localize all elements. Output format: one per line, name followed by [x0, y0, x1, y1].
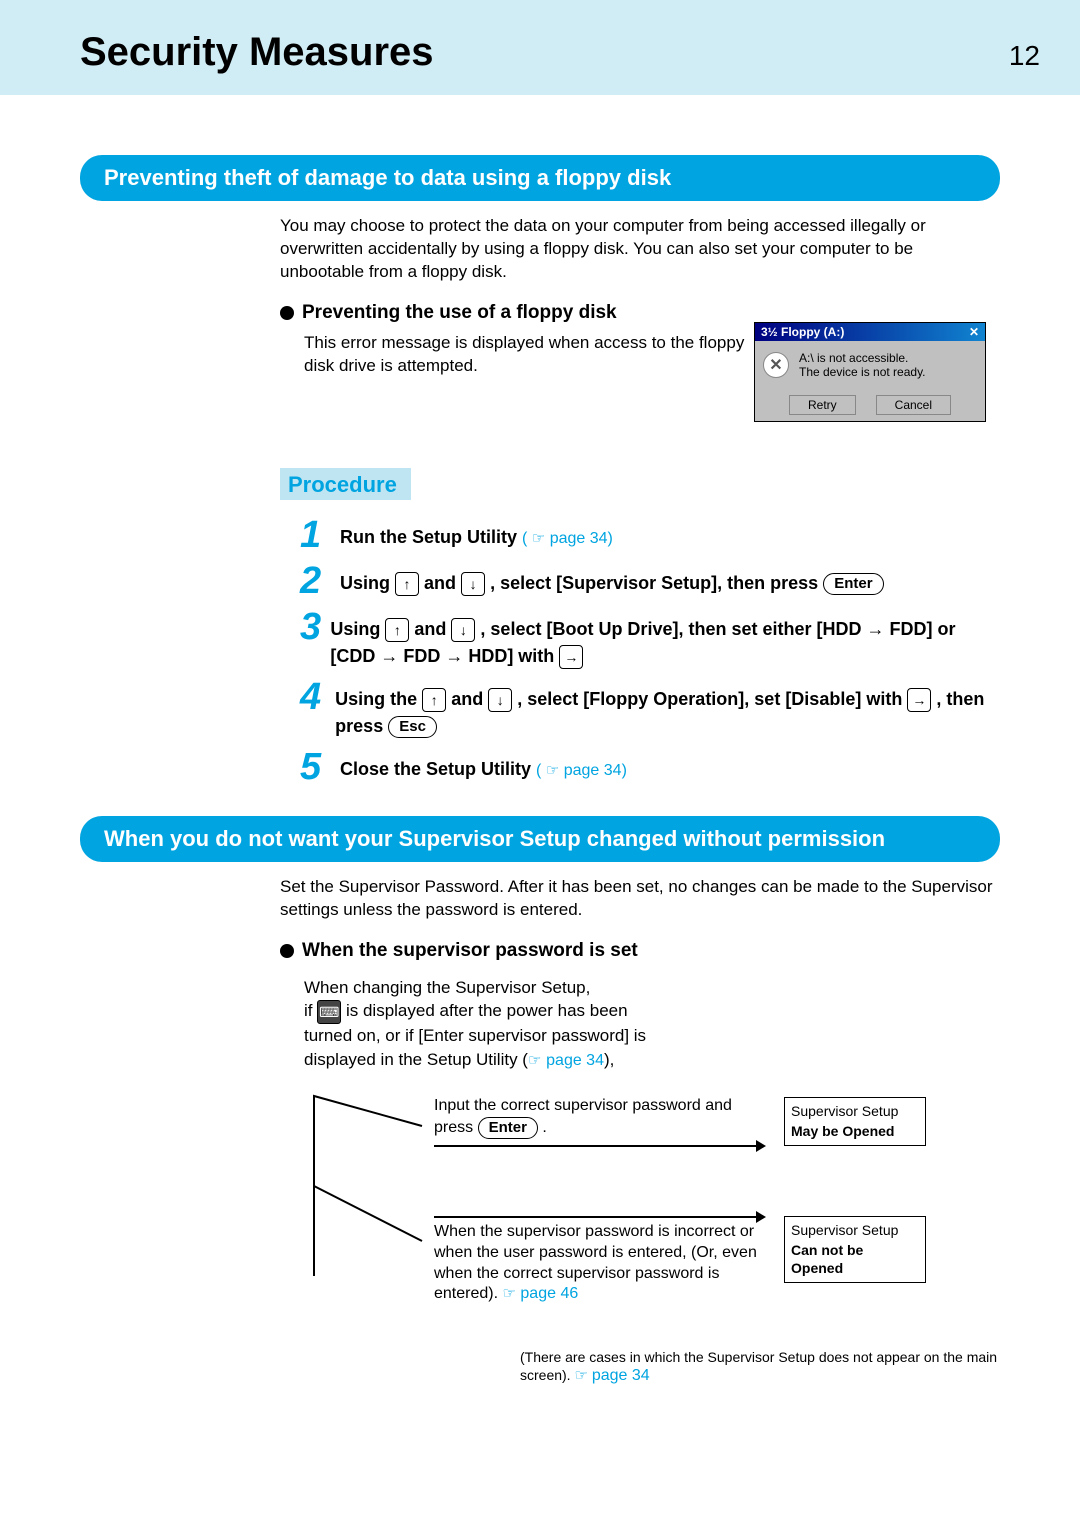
step-2: 2 Using ↑ and ↓ , select [Supervisor Set… [300, 562, 1000, 600]
branch-correct: Input the correct supervisor password an… [434, 1096, 926, 1147]
step-number: 3 [300, 608, 330, 646]
step1-text: Run the Setup Utility [340, 527, 517, 547]
arrow-right-icon [756, 1211, 766, 1223]
up-arrow-key-icon: ↑ [422, 688, 446, 712]
dialog-line2: The device is not ready. [799, 365, 926, 379]
step-number: 2 [300, 562, 340, 600]
right-arrow-key-icon: → [559, 645, 583, 669]
dialog-body: ✕ A:\ is not accessible. The device is n… [755, 341, 985, 389]
step-5: 5 Close the Setup Utility ( ☞ page 34) [300, 748, 1000, 786]
esc-key: Esc [388, 716, 437, 738]
dialog-line1: A:\ is not accessible. [799, 351, 926, 365]
result-cannot-open: Supervisor Setup Can not be Opened [784, 1216, 926, 1283]
footnote: (There are cases in which the Supervisor… [520, 1348, 1000, 1387]
pointer-icon: ☞ [503, 1284, 516, 1304]
subheading-text: When the supervisor password is set [302, 940, 638, 962]
bullet-icon [280, 306, 294, 320]
arrow-right-icon [756, 1140, 766, 1152]
subheading-preventing-use: Preventing the use of a floppy disk [280, 302, 1000, 324]
step-number: 1 [300, 516, 340, 554]
flow-diagram: When changing the Supervisor Setup, if ⌨… [304, 976, 1000, 1337]
page-header: Security Measures 12 [0, 0, 1080, 95]
enter-key: Enter [478, 1117, 538, 1139]
lock-icon: ⌨ [317, 1000, 341, 1024]
section-heading-supervisor: When you do not want your Supervisor Set… [80, 816, 1000, 862]
branch-bracket [304, 1086, 424, 1286]
branch-incorrect: When the supervisor password is incorrec… [434, 1216, 926, 1305]
page-content: Preventing theft of damage to data using… [0, 95, 1080, 1427]
section1-intro: You may choose to protect the data on yo… [280, 215, 1000, 284]
error-icon: ✕ [763, 352, 789, 378]
subheading-password-set: When the supervisor password is set [280, 940, 1000, 962]
pointer-icon: ☞ [546, 760, 559, 783]
pointer-icon: ☞ [528, 1050, 541, 1071]
subheading-text: Preventing the use of a floppy disk [302, 302, 617, 324]
procedure-label: Procedure [280, 468, 411, 500]
section-heading-floppy: Preventing theft of damage to data using… [80, 155, 1000, 201]
floppy-error-dialog: 3½ Floppy (A:) ✕ ✕ A:\ is not accessible… [754, 322, 986, 422]
flow-intro: When changing the Supervisor Setup, if ⌨… [304, 976, 1000, 1073]
step5-ref: page 34 [564, 762, 622, 779]
up-arrow-key-icon: ↑ [395, 572, 419, 596]
dialog-titlebar: 3½ Floppy (A:) ✕ [755, 323, 985, 341]
down-arrow-key-icon: ↓ [488, 688, 512, 712]
down-arrow-key-icon: ↓ [461, 572, 485, 596]
pointer-icon: ☞ [532, 528, 545, 551]
step5-text: Close the Setup Utility [340, 759, 531, 779]
section2-intro: Set the Supervisor Password. After it ha… [280, 876, 1000, 922]
close-icon: ✕ [969, 325, 979, 339]
pointer-icon: ☞ [574, 1366, 587, 1386]
retry-button: Retry [789, 395, 856, 415]
page-title: Security Measures [80, 30, 434, 75]
result-may-open: Supervisor Setup May be Opened [784, 1097, 926, 1145]
page-number: 12 [1009, 40, 1040, 72]
right-arrow-key-icon: → [907, 688, 931, 712]
down-arrow-key-icon: ↓ [451, 618, 475, 642]
step-3: 3 Using ↑ and ↓ , select [Boot Up Drive]… [300, 608, 1000, 670]
step-number: 4 [300, 678, 335, 716]
cancel-button: Cancel [876, 395, 951, 415]
step-number: 5 [300, 748, 340, 786]
step-1: 1 Run the Setup Utility ( ☞ page 34) [300, 516, 1000, 554]
up-arrow-key-icon: ↑ [385, 618, 409, 642]
dialog-title: 3½ Floppy (A:) [761, 325, 844, 339]
step-4: 4 Using the ↑ and ↓ , select [Floppy Ope… [300, 678, 1000, 740]
enter-key: Enter [823, 573, 883, 595]
step1-ref: page 34 [550, 530, 608, 547]
bullet-icon [280, 944, 294, 958]
dialog-buttons: Retry Cancel [755, 389, 985, 421]
sub-text: This error message is displayed when acc… [304, 332, 764, 378]
